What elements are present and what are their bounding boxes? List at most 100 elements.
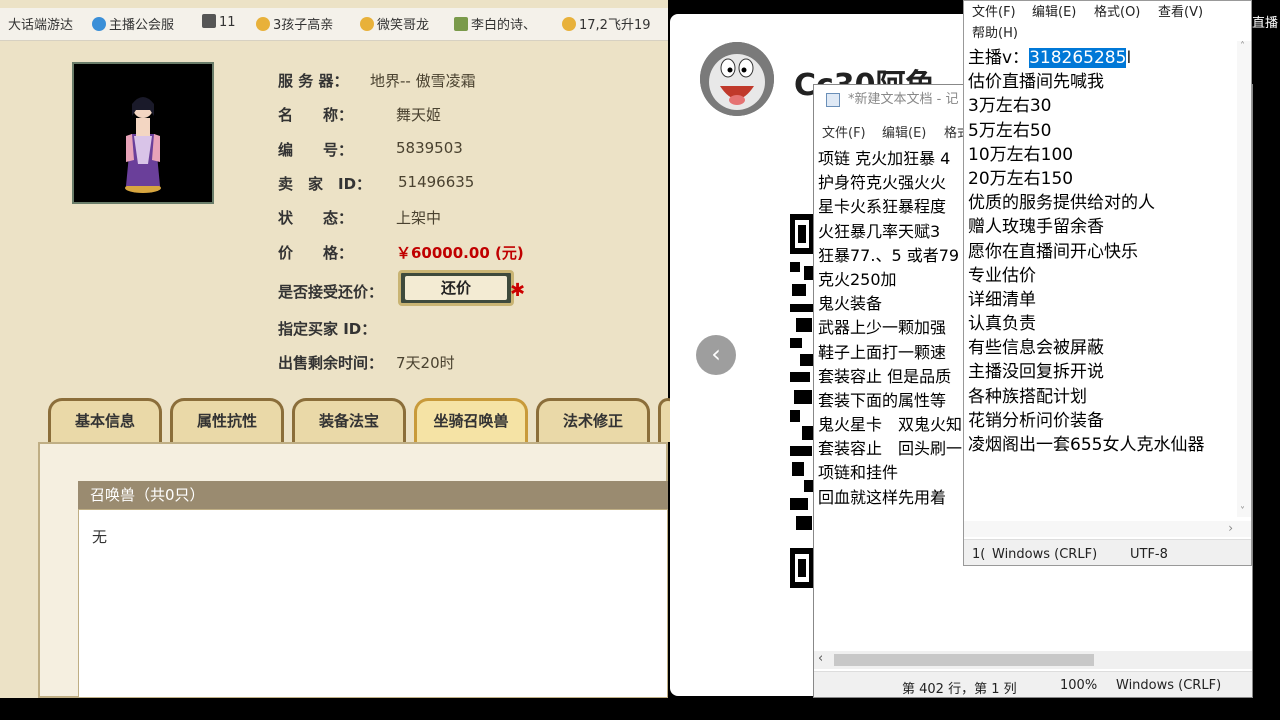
vertical-scrollbar[interactable]: ˄ ˅ bbox=[1237, 41, 1251, 517]
text-line: 20万左右150 bbox=[968, 168, 1074, 189]
first-line-prefix: 主播v： bbox=[968, 48, 1030, 68]
bookmark-icon bbox=[562, 17, 576, 31]
menu-help[interactable]: 帮助(H) bbox=[972, 22, 1018, 41]
text-line: 10万左右100 bbox=[968, 144, 1074, 165]
bookmark-icon bbox=[256, 17, 270, 31]
menu-format[interactable]: 格式(O) bbox=[1094, 1, 1140, 20]
menu-file[interactable]: 文件(F) bbox=[822, 122, 866, 141]
notepad-title: *新建文本文档 - 记 bbox=[848, 92, 959, 107]
text-line: 详细清单 bbox=[968, 289, 1036, 310]
text-line: 5万左右50 bbox=[968, 120, 1052, 141]
streamer-avatar bbox=[700, 42, 774, 116]
notepad-icon bbox=[826, 93, 840, 107]
encoding: UTF-8 bbox=[1130, 547, 1168, 562]
zoom-level: 100% bbox=[1060, 678, 1098, 693]
field-label: 编 号： bbox=[278, 141, 354, 159]
bookmark-item[interactable]: 3孩子高亲 bbox=[256, 14, 333, 33]
cursor-position: 第 402 行，第 1 列 bbox=[902, 682, 1017, 697]
field-label: 服 务 器： bbox=[278, 72, 349, 90]
text-line: 优质的服务提供给对的人 bbox=[968, 193, 1155, 214]
notepad-text-area[interactable]: 项链 克火加狂暴 4 护身符克火强火火 星卡火系狂暴程度 火狂暴几率天赋3 狂暴… bbox=[818, 145, 962, 508]
text-line: 套装容止 回头刷一 bbox=[818, 439, 963, 459]
field-label: 状 态： bbox=[278, 209, 354, 227]
notepad-status-bar: 第 402 行，第 1 列 100% Windows (CRLF) bbox=[814, 671, 1252, 697]
character-portrait bbox=[72, 62, 214, 204]
text-line: 凌烟阁出一套655女人克水仙器 bbox=[968, 435, 1205, 455]
scrollbar-thumb[interactable] bbox=[834, 654, 1094, 666]
bookmark-item[interactable]: 大话端游达 bbox=[8, 14, 73, 33]
menu-view[interactable]: 查看(V) bbox=[1158, 1, 1203, 20]
text-line: 愿你在直播间开心快乐 bbox=[968, 241, 1138, 262]
field-label: 指定买家 ID： bbox=[278, 320, 377, 338]
text-line: 鬼火星卡 双鬼火知 bbox=[818, 415, 963, 435]
text-line: 认真负责 bbox=[968, 314, 1036, 335]
bookmark-item[interactable]: 17,2飞升19 bbox=[562, 14, 651, 33]
scroll-left-icon[interactable]: ‹ bbox=[818, 651, 823, 666]
text-line: 专业估价 bbox=[968, 265, 1036, 286]
notepad-text-area[interactable]: 主播v：318265285I 估价直播间先喊我 3万左右30 5万左右50 10… bbox=[968, 43, 1205, 455]
remaining-time-value: 7天20时 bbox=[396, 354, 455, 372]
text-line: 估价直播间先喊我 bbox=[968, 72, 1104, 93]
text-line: 火狂暴几率天赋3 bbox=[818, 221, 941, 241]
text-line: 主播没回复拆开说 bbox=[968, 362, 1104, 383]
scroll-up-icon[interactable]: ˄ bbox=[1240, 41, 1245, 52]
text-line: 鞋子上面打一颗速 bbox=[818, 342, 947, 362]
id-number-value: 5839503 bbox=[396, 139, 463, 157]
menu-edit[interactable]: 编辑(E) bbox=[1032, 1, 1076, 20]
text-line: 各种族搭配计划 bbox=[968, 386, 1087, 407]
line-ending: Windows (CRLF) bbox=[992, 547, 1098, 562]
bookmark-icon bbox=[360, 17, 374, 31]
tab-mounts-summons[interactable]: 坐骑召唤兽 bbox=[414, 398, 528, 442]
scroll-down-icon[interactable]: ˅ bbox=[1240, 506, 1245, 517]
text-line: 花销分析问价装备 bbox=[968, 410, 1104, 431]
counter-offer-label: 还价 bbox=[405, 276, 507, 300]
bookmark-item[interactable]: 李白的诗、 bbox=[454, 14, 536, 33]
bookmark-item[interactable]: 11 bbox=[202, 14, 236, 30]
horizontal-scrollbar[interactable]: › bbox=[964, 521, 1251, 537]
text-line: 克火250加 bbox=[818, 269, 897, 289]
prev-arrow-button[interactable]: ‹ bbox=[696, 335, 736, 375]
field-label: 是否接受还价： bbox=[278, 283, 384, 301]
bookmarks-bar: 大话端游达 主播公会服 11 3孩子高亲 微笑哥龙 李白的诗、 17,2飞升19 bbox=[0, 8, 668, 41]
bookmark-item[interactable]: 微笑哥龙 bbox=[360, 14, 429, 33]
menu-edit[interactable]: 编辑(E) bbox=[882, 122, 926, 141]
text-line: 主播v：318265285I bbox=[968, 43, 1204, 68]
scroll-right-icon[interactable]: › bbox=[1228, 521, 1233, 535]
text-line: 有些信息会被屏蔽 bbox=[968, 338, 1104, 359]
text-cursor-icon: I bbox=[1126, 48, 1132, 68]
tab-basic-info[interactable]: 基本信息 bbox=[48, 398, 162, 442]
text-line: 赠人玫瑰手留余香 bbox=[968, 217, 1104, 238]
bookmark-icon bbox=[92, 17, 106, 31]
text-line: 星卡火系狂暴程度 bbox=[818, 197, 947, 217]
counter-offer-button[interactable]: 还价 bbox=[398, 270, 514, 306]
notepad-window-front[interactable]: 文件(F) 编辑(E) 格式(O) 查看(V) 帮助(H) 主播v：318265… bbox=[963, 0, 1252, 566]
text-line: 回血就这样先用着 bbox=[818, 487, 947, 507]
menu-file[interactable]: 文件(F) bbox=[972, 1, 1016, 20]
tab-attributes[interactable]: 属性抗性 bbox=[170, 398, 284, 442]
tab-spell-correction[interactable]: 法术修正 bbox=[536, 398, 650, 442]
field-label: 卖 家 ID： bbox=[278, 175, 372, 193]
bookmark-item[interactable]: 主播公会服 bbox=[92, 14, 174, 33]
seller-id-value: 51496635 bbox=[398, 173, 475, 191]
selected-text: 318265285 bbox=[1029, 48, 1127, 68]
text-line: 项链和挂件 bbox=[818, 463, 899, 483]
status-value: 上架中 bbox=[396, 209, 442, 227]
text-line: 护身符克火强火火 bbox=[818, 173, 947, 193]
text-line: 套装容止 但是品质 bbox=[818, 366, 952, 386]
summon-empty-text: 无 bbox=[92, 528, 108, 546]
bookmark-icon bbox=[202, 14, 216, 28]
summon-section-header: 召唤兽（共0只） bbox=[78, 481, 668, 509]
doraemon-avatar-icon bbox=[700, 42, 774, 116]
text-line: 项链 克火加狂暴 4 bbox=[818, 149, 951, 168]
top-right-label: 直播 bbox=[1252, 16, 1279, 31]
notepad-menu-bar: 文件(F) 编辑(E) 格式(O) 查看(V) 帮助(H) bbox=[964, 1, 1251, 41]
field-label: 名 称： bbox=[278, 106, 354, 124]
character-figure-icon bbox=[125, 97, 161, 193]
text-line: 鬼火装备 bbox=[818, 294, 883, 314]
tab-equipment[interactable]: 装备法宝 bbox=[292, 398, 406, 442]
price-value: ￥60000.00 (元) bbox=[396, 244, 524, 262]
horizontal-scrollbar[interactable]: ‹ bbox=[814, 651, 1252, 669]
line-ending: Windows (CRLF) bbox=[1116, 678, 1222, 693]
qr-code bbox=[790, 214, 814, 588]
server-value: 地界-- 傲雪凌霜 bbox=[370, 72, 476, 90]
